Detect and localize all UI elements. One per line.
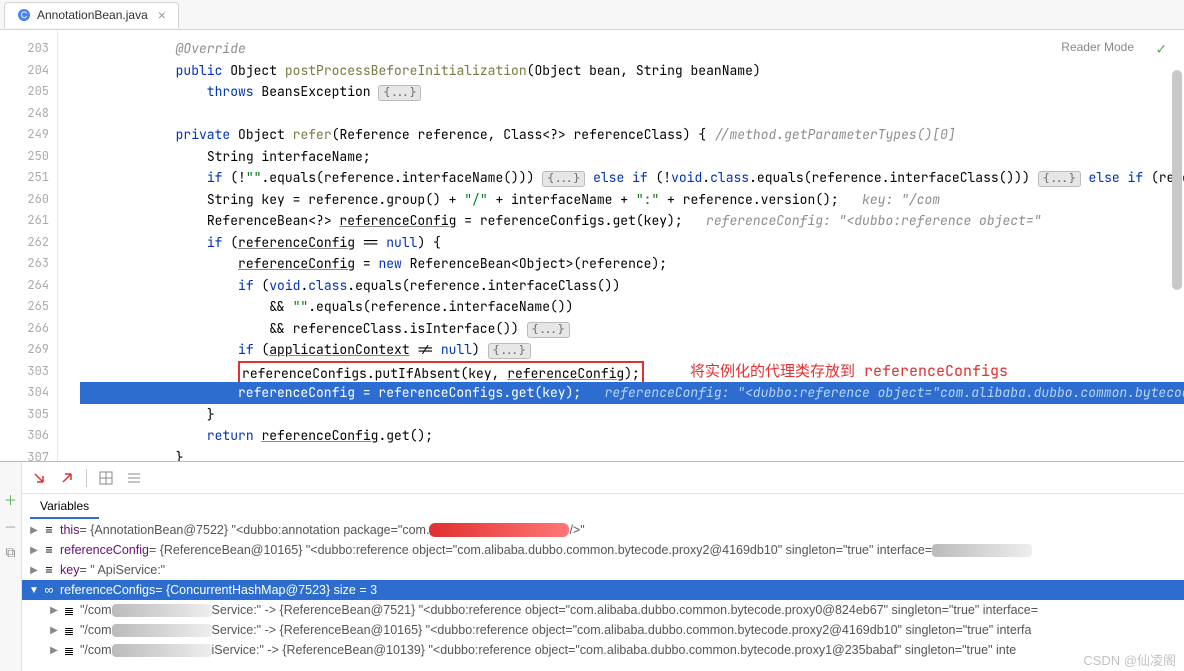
variables-tree[interactable]: ▶≡this = {AnnotationBean@7522} "<dubbo:a… — [22, 520, 1184, 671]
line-number: 307 — [0, 447, 57, 462]
svg-text:C: C — [21, 10, 28, 20]
line-number: 266 — [0, 318, 57, 340]
line-gutter: 203 204 205 248 249 250 251 260 261 262 … — [0, 30, 58, 461]
add-icon[interactable]: ＋ — [4, 490, 17, 509]
expand-icon[interactable]: ▶ — [46, 605, 62, 616]
step-out-icon[interactable] — [30, 469, 48, 487]
line-number: 304 — [0, 382, 57, 404]
variables-tab[interactable]: Variables — [30, 495, 99, 519]
line-number: 205 — [0, 81, 57, 103]
line-number: 263 — [0, 253, 57, 275]
redacted-smear — [429, 523, 569, 537]
redacted-smear — [112, 624, 212, 637]
debug-side-toolbar: ＋ － ⧉ — [0, 462, 22, 671]
close-icon[interactable]: × — [158, 7, 166, 23]
watermark: CSDN @仙凌阁 — [1083, 650, 1176, 669]
line-number: 204 — [0, 60, 57, 82]
line-number: 261 — [0, 210, 57, 232]
object-icon: ≡ — [42, 563, 56, 577]
line-number: 265 — [0, 296, 57, 318]
entry-icon: ≣ — [62, 643, 76, 657]
line-number: 249 — [0, 124, 57, 146]
line-number: 251 — [0, 167, 57, 189]
object-icon: ≡ — [42, 543, 56, 557]
fold-icon[interactable]: {...} — [488, 343, 531, 359]
remove-icon[interactable]: － — [4, 517, 17, 536]
fold-icon[interactable]: {...} — [378, 85, 421, 101]
line-number: 250 — [0, 146, 57, 168]
expand-icon[interactable]: ▶ — [46, 625, 62, 636]
collapse-icon[interactable]: ▼ — [26, 585, 42, 596]
line-number: 264 — [0, 275, 57, 297]
debug-toolbar — [22, 462, 1184, 494]
line-number: 305 — [0, 404, 57, 426]
editor-tabs: C AnnotationBean.java × — [0, 0, 1184, 30]
step-into-icon[interactable] — [58, 469, 76, 487]
variable-child-row[interactable]: ▶≣"/comService:" -> {ReferenceBean@10165… — [22, 620, 1184, 640]
variable-row[interactable]: ▶≡this = {AnnotationBean@7522} "<dubbo:a… — [22, 520, 1184, 540]
line-number: 269 — [0, 339, 57, 361]
fold-icon[interactable]: {...} — [1038, 171, 1081, 187]
expand-icon[interactable]: ▶ — [26, 565, 42, 576]
line-number: 306 — [0, 425, 57, 447]
entry-icon: ≣ — [62, 623, 76, 637]
copy-icon[interactable]: ⧉ — [6, 544, 16, 562]
variable-row-selected[interactable]: ▼∞referenceConfigs = {ConcurrentHashMap@… — [22, 580, 1184, 600]
fold-icon[interactable]: {...} — [527, 322, 570, 338]
debug-panel: ＋ － ⧉ Variables ▶≡this = {AnnotationBean… — [0, 461, 1184, 671]
chain-icon: ∞ — [42, 583, 56, 597]
redacted-smear — [112, 604, 212, 617]
expand-icon[interactable]: ▶ — [26, 525, 42, 536]
line-number: 260 — [0, 189, 57, 211]
code-area[interactable]: Reader Mode ✓ @Override public Object po… — [80, 30, 1184, 461]
variable-child-row[interactable]: ▶≣"/comService:" -> {ReferenceBean@7521}… — [22, 600, 1184, 620]
entry-icon: ≣ — [62, 603, 76, 617]
fold-icon[interactable]: {...} — [542, 171, 585, 187]
expand-icon[interactable]: ▶ — [26, 545, 42, 556]
grid-icon[interactable] — [97, 469, 115, 487]
redacted-smear — [932, 544, 1032, 557]
line-number: 262 — [0, 232, 57, 254]
editor: 203 204 205 248 249 250 251 260 261 262 … — [0, 30, 1184, 461]
object-icon: ≡ — [42, 523, 56, 537]
file-tab[interactable]: C AnnotationBean.java × — [4, 2, 179, 28]
expand-icon[interactable]: ▶ — [46, 645, 62, 656]
line-number: 248 — [0, 103, 57, 125]
debug-tabs: Variables — [22, 494, 1184, 520]
list-icon[interactable] — [125, 469, 143, 487]
line-number: 303 — [0, 361, 57, 383]
line-number: 203 — [0, 38, 57, 60]
vertical-scrollbar[interactable] — [1172, 30, 1182, 461]
variable-row[interactable]: ▶≡key = " ApiService:" — [22, 560, 1184, 580]
execution-line: referenceConfig = referenceConfigs.get(k… — [80, 382, 1184, 404]
gutter-extra — [58, 30, 80, 461]
redacted-smear — [112, 644, 212, 657]
tab-filename: AnnotationBean.java — [37, 8, 148, 22]
annotation-text: 将实例化的代理类存放到 referenceConfigs — [690, 361, 1008, 383]
variable-row[interactable]: ▶≡referenceConfig = {ReferenceBean@10165… — [22, 540, 1184, 560]
variable-child-row[interactable]: ▶≣"/comiService:" -> {ReferenceBean@1013… — [22, 640, 1184, 660]
class-icon: C — [17, 8, 31, 22]
